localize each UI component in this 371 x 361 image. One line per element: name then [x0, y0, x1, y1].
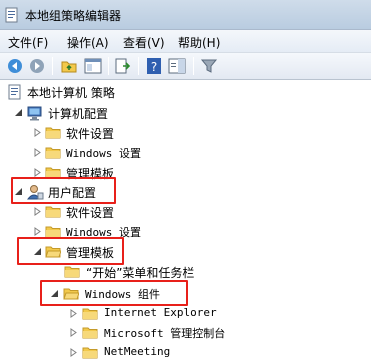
menu-bar: 文件(F) 操作(A) 查看(V) 帮助(H): [0, 30, 371, 53]
window-title: 本地组策略编辑器: [25, 9, 122, 23]
menu-file[interactable]: 文件(F): [8, 34, 48, 51]
folder-icon: [45, 226, 61, 238]
folder-icon: [82, 347, 98, 359]
show-hide-tree-icon[interactable]: [84, 57, 102, 75]
expanded-triangle-icon[interactable]: [50, 289, 59, 298]
tree-label: Microsoft 管理控制台: [104, 327, 226, 340]
tree-node-computer-admin-templates[interactable]: 管理模板: [0, 163, 200, 183]
tree-label: 计算机配置: [48, 107, 109, 121]
toolbar: ?: [0, 53, 371, 80]
toolbar-separator: [193, 57, 194, 75]
folder-icon: [45, 167, 61, 179]
svg-text:?: ?: [151, 60, 157, 74]
title-bar[interactable]: 本地组策略编辑器: [0, 0, 371, 30]
tree-node-user-software-settings[interactable]: 软件设置: [0, 202, 200, 222]
collapsed-triangle-icon[interactable]: [33, 168, 42, 177]
tree-node-internet-explorer[interactable]: Internet Explorer: [0, 304, 240, 324]
tree-node-windows-components[interactable]: Windows 组件: [0, 284, 200, 304]
filter-icon[interactable]: [200, 57, 218, 75]
forward-arrow-icon[interactable]: [28, 57, 46, 75]
computer-icon: [27, 106, 42, 121]
tree-label: 管理模板: [66, 246, 115, 260]
tree-label: Windows 组件: [85, 288, 160, 301]
folder-icon: [45, 127, 61, 139]
tree-node-microsoft-management-console[interactable]: Microsoft 管理控制台: [0, 323, 260, 343]
tree-node-computer-windows-settings[interactable]: Windows 设置: [0, 143, 200, 163]
toolbar-separator: [108, 57, 109, 75]
folder-icon: [45, 206, 61, 218]
tree-label: “开始”菜单和任务栏: [86, 266, 195, 280]
collapsed-triangle-icon[interactable]: [33, 128, 42, 137]
expanded-triangle-icon[interactable]: [14, 108, 23, 117]
user-icon: [26, 185, 44, 200]
up-folder-icon[interactable]: [60, 57, 78, 75]
menu-action[interactable]: 操作(A): [67, 34, 109, 51]
tree-label: Windows 设置: [66, 147, 141, 160]
collapsed-triangle-icon[interactable]: [33, 207, 42, 216]
properties-pane-icon[interactable]: [168, 57, 186, 75]
tree-label: 管理模板: [66, 167, 115, 181]
tree-node-computer-configuration[interactable]: 计算机配置: [0, 103, 200, 123]
back-arrow-icon[interactable]: [6, 57, 24, 75]
tree-label: 用户配置: [48, 186, 97, 200]
open-folder-icon: [45, 246, 61, 258]
tree-label: 软件设置: [66, 206, 115, 220]
collapsed-triangle-icon[interactable]: [33, 227, 42, 236]
tree-label: 软件设置: [66, 127, 115, 141]
tree-node-start-menu-taskbar[interactable]: “开始”菜单和任务栏: [0, 262, 220, 282]
collapsed-triangle-icon[interactable]: [69, 309, 78, 318]
tree-node-computer-software-settings[interactable]: 软件设置: [0, 123, 200, 143]
help-icon[interactable]: ?: [145, 57, 163, 75]
policy-tree: 本地计算机 策略 计算机配置 软件设置 Windows 设置 管理模板 用户配置…: [0, 81, 371, 361]
toolbar-separator: [138, 57, 139, 75]
folder-icon: [82, 308, 98, 320]
tree-node-user-admin-templates[interactable]: 管理模板: [0, 242, 200, 262]
tree-label: Internet Explorer: [104, 306, 217, 319]
collapsed-triangle-icon[interactable]: [33, 148, 42, 157]
group-policy-editor-window: 本地组策略编辑器 文件(F) 操作(A) 查看(V) 帮助(H) ? 本地计算机…: [0, 0, 371, 361]
open-folder-icon: [63, 288, 79, 300]
expanded-triangle-icon[interactable]: [14, 187, 23, 196]
tree-node-user-windows-settings[interactable]: Windows 设置: [0, 222, 200, 242]
tree-label: Windows 设置: [66, 226, 141, 239]
policy-editor-icon: [5, 7, 18, 23]
tree-node-netmeeting[interactable]: NetMeeting: [0, 343, 220, 361]
tree-label: 本地计算机 策略: [27, 86, 115, 100]
export-list-icon[interactable]: [114, 57, 132, 75]
tree-label: NetMeeting: [104, 345, 171, 358]
tree-node-user-configuration[interactable]: 用户配置: [0, 182, 200, 202]
folder-icon: [64, 266, 80, 278]
collapsed-triangle-icon[interactable]: [69, 348, 78, 357]
toolbar-separator: [52, 57, 53, 75]
menu-help[interactable]: 帮助(H): [178, 34, 220, 51]
expanded-triangle-icon[interactable]: [33, 247, 42, 256]
menu-view[interactable]: 查看(V): [123, 34, 165, 51]
tree-node-local-computer-policy[interactable]: 本地计算机 策略: [0, 82, 200, 102]
folder-icon: [45, 147, 61, 159]
collapsed-triangle-icon[interactable]: [69, 328, 78, 337]
policy-document-icon: [8, 84, 21, 100]
folder-icon: [82, 327, 98, 339]
